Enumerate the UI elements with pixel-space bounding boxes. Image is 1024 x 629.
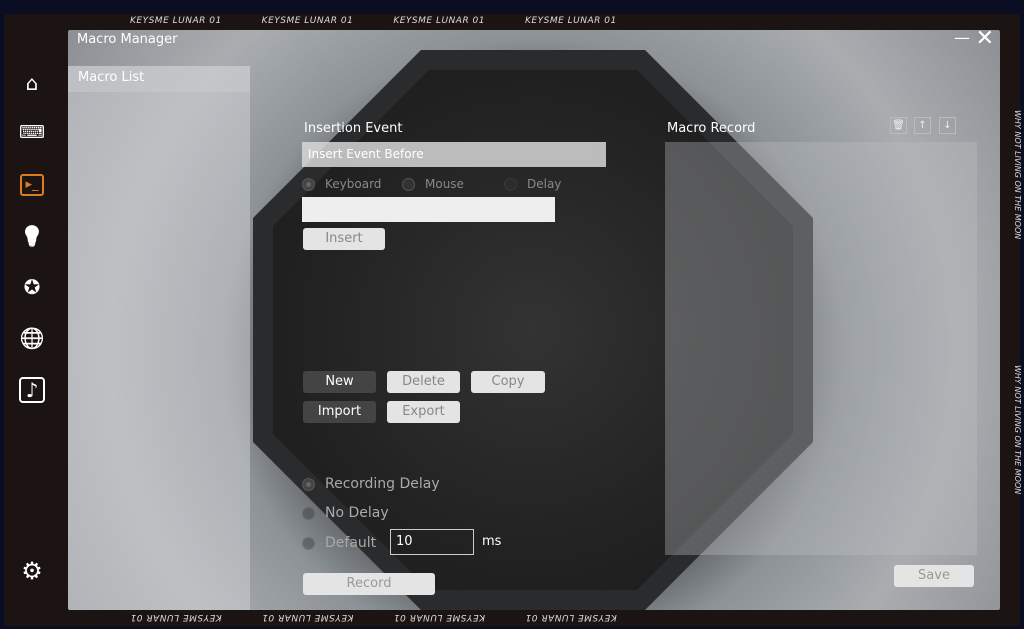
event-input[interactable]	[302, 197, 555, 222]
nav-home[interactable]: ⌂	[17, 68, 47, 98]
select-value: Insert Event Before	[308, 147, 424, 161]
globe-icon: 🌐	[19, 326, 45, 350]
radio-label: Recording Delay	[325, 476, 440, 492]
radio-dot	[302, 506, 315, 520]
banner-text: KEYSME LUNAR 01	[525, 16, 617, 26]
macro-list[interactable]	[68, 66, 250, 610]
save-button[interactable]: Save	[894, 565, 974, 587]
banner-text: KEYSME LUNAR 01	[393, 612, 486, 622]
keyboard-icon: ⌨	[19, 122, 45, 143]
banner-text: KEYSME LUNAR 01	[525, 612, 617, 622]
radio-keyboard[interactable]: Keyboard	[302, 177, 381, 191]
banner-text: KEYSME LUNAR 01	[130, 612, 222, 622]
nav-settings[interactable]: ⚙	[17, 556, 47, 586]
side-text: WHY NOT LIVING ON THE MOON	[1013, 110, 1022, 240]
window-title: Macro Manager	[77, 32, 178, 47]
banner-text: KEYSME LUNAR 01	[261, 612, 354, 622]
macro-list-title: Macro List	[68, 66, 250, 92]
terminal-icon: ▸_	[25, 177, 39, 192]
insertion-select[interactable]: Insert Event Before ▼	[302, 142, 606, 167]
default-delay-input[interactable]: 10	[390, 529, 474, 555]
top-banner: KEYSME LUNAR 01 KEYSME LUNAR 01 KEYSME LUN…	[130, 14, 617, 28]
macro-record-list[interactable]	[665, 142, 977, 555]
insert-button[interactable]: Insert	[303, 228, 385, 250]
music-icon: ♪	[25, 378, 39, 402]
copy-button[interactable]: Copy	[471, 371, 545, 393]
radio-dot	[302, 177, 315, 191]
banner-text: KEYSME LUNAR 01	[261, 16, 354, 26]
bottom-banner: KEYSME LUNAR 01 KEYSME LUNAR 01 KEYSME LUN…	[130, 610, 617, 624]
arrow-down-icon[interactable]: ↓	[939, 117, 956, 134]
radio-delay[interactable]: Delay	[504, 177, 561, 191]
macro-record-label: Macro Record	[667, 121, 756, 136]
radio-no-delay[interactable]: No Delay	[302, 505, 389, 521]
close-button[interactable]: ✕	[976, 30, 994, 51]
radio-label: Default	[325, 535, 377, 551]
gear-icon: ⚙	[21, 557, 43, 585]
nav-favorites[interactable]: ✪	[17, 272, 47, 302]
nav-keyboard[interactable]: ⌨	[17, 118, 47, 148]
trash-icon[interactable]: 🗑	[890, 117, 907, 134]
banner-text: KEYSME LUNAR 01	[130, 16, 222, 26]
radio-default[interactable]: Default	[302, 535, 376, 551]
nav-network[interactable]: 🌐	[17, 323, 47, 353]
macro-manager-window: Macro Manager — ✕ Macro List Insertion E…	[68, 30, 1000, 610]
star-circle-icon: ✪	[23, 275, 41, 299]
lightbulb-icon: 💡	[19, 224, 45, 248]
delete-button[interactable]: Delete	[387, 371, 460, 393]
nav-lighting[interactable]: 💡	[17, 221, 47, 251]
import-button[interactable]: Import	[303, 401, 376, 423]
radio-dot	[402, 177, 415, 191]
arrow-up-icon[interactable]: ↑	[914, 117, 931, 134]
nav-music[interactable]: ♪	[19, 377, 45, 403]
radio-label: Keyboard	[325, 177, 382, 191]
radio-dot	[302, 477, 315, 491]
record-button[interactable]: Record	[303, 573, 435, 595]
nav-macro[interactable]: ▸_	[20, 174, 44, 196]
radio-mouse[interactable]: Mouse	[402, 177, 464, 191]
radio-label: Delay	[527, 177, 562, 191]
export-button[interactable]: Export	[387, 401, 460, 423]
radio-dot	[302, 536, 315, 550]
home-icon: ⌂	[25, 71, 39, 95]
side-text: WHY NOT LIVING ON THE MOON	[1013, 365, 1022, 495]
banner-text: KEYSME LUNAR 01	[393, 16, 486, 26]
chevron-down-icon: ▼	[592, 148, 600, 159]
new-button[interactable]: New	[303, 371, 376, 393]
radio-label: Mouse	[425, 177, 464, 191]
insertion-event-label: Insertion Event	[304, 121, 403, 136]
radio-dot	[504, 177, 517, 191]
delay-unit: ms	[482, 534, 502, 549]
radio-recording-delay[interactable]: Recording Delay	[302, 476, 440, 492]
minimize-button[interactable]: —	[954, 30, 970, 47]
radio-label: No Delay	[325, 505, 389, 521]
